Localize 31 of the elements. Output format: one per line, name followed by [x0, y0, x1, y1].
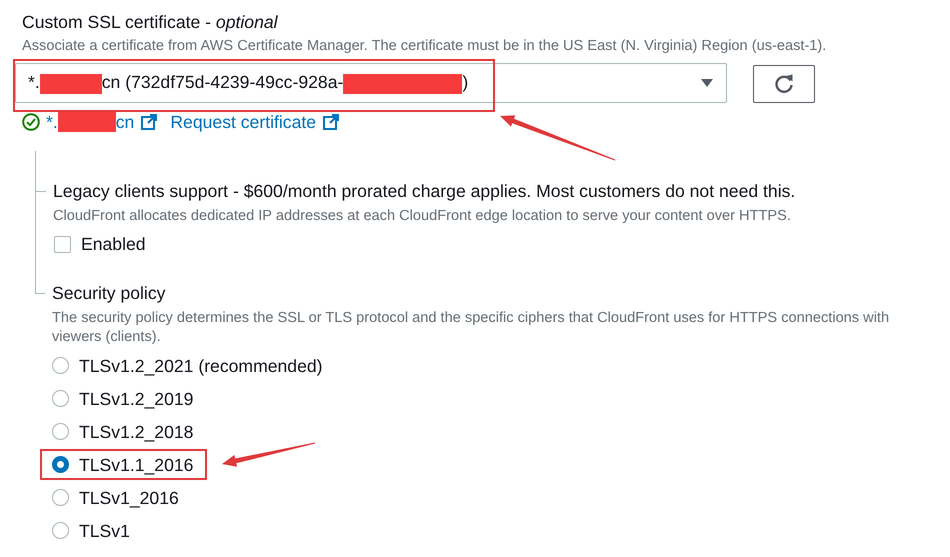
redaction-bar: [58, 112, 116, 132]
external-link-icon: [140, 113, 158, 131]
refresh-button[interactable]: [753, 65, 815, 103]
radio-button[interactable]: [52, 357, 69, 374]
field-label: Custom SSL certificate - optional: [22, 12, 278, 32]
redaction-bar: [40, 74, 102, 94]
radio-button[interactable]: [52, 522, 69, 539]
checkbox[interactable]: [54, 236, 71, 252]
field-label: Legacy clients support - $600/month prorated charge applies. Most customers do not need this.: [53, 181, 796, 201]
radio-label: TLSv1.2_2018: [79, 422, 194, 442]
refresh-icon: [773, 73, 795, 95]
radio-label: TLSv1: [79, 520, 130, 540]
radio-label: TLSv1_2016: [79, 488, 179, 508]
success-check-icon: [22, 113, 40, 131]
external-link-icon: [322, 113, 340, 131]
field-description: CloudFront allocates dedicated IP addresses at each CloudFront edge location to serve your content over HTTPS.: [53, 207, 792, 226]
field-description: Associate a certificate from AWS Certificate Manager. The certificate must be in the US East (N. Virginia) Region (us-east-1).: [22, 37, 828, 56]
radio-label: TLSv1.1_2016: [79, 454, 194, 474]
radio-label: TLSv1.2_2019: [79, 388, 194, 408]
request-certificate-link[interactable]: Request certificate: [170, 112, 316, 132]
radio-button[interactable]: [52, 489, 69, 506]
radio-button[interactable]: [52, 456, 69, 473]
certificate-dropdown[interactable]: *. cn (732df75d-4239-49cc-928a- ): [15, 63, 727, 103]
caret-icon: [700, 78, 714, 88]
certificate-link[interactable]: *. cn: [46, 112, 134, 132]
radio-label: TLSv1.2_2021 (recommended): [79, 356, 323, 376]
field-description: The security policy determines the SSL or TLS protocol and the specific ciphers that CloudFront uses for HTTPS connections with viewers (clients).: [52, 309, 890, 347]
field-label: Security policy: [52, 283, 166, 303]
radio-button[interactable]: [52, 423, 69, 440]
radio-button[interactable]: [52, 390, 69, 407]
checkbox-label: Enabled: [81, 234, 146, 254]
